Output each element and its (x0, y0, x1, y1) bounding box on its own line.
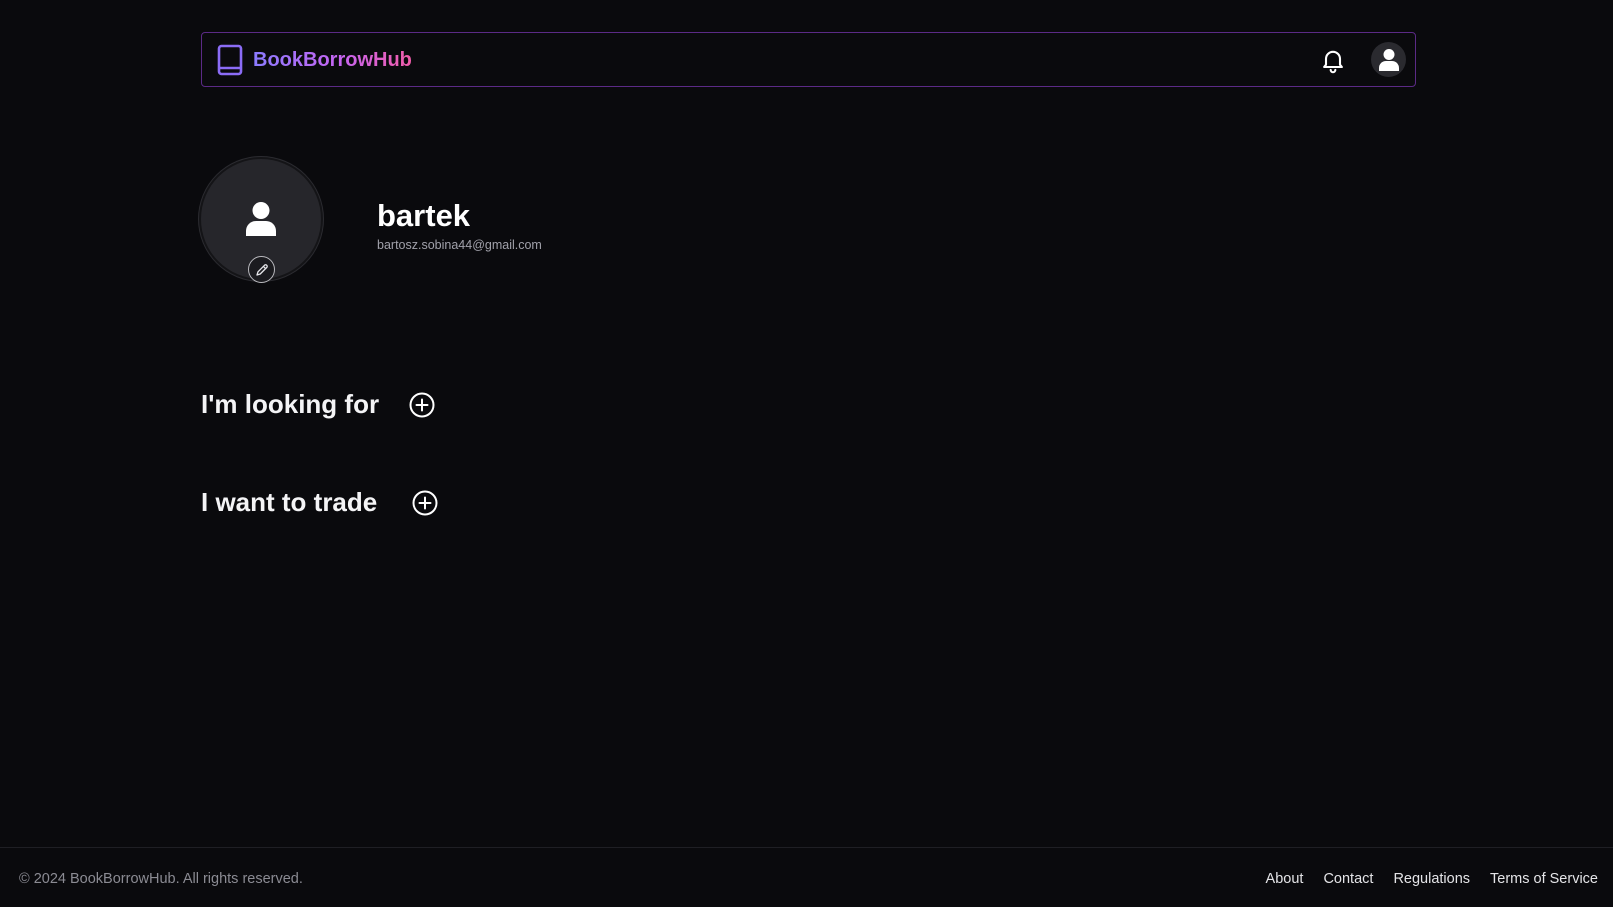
profile-username: bartek (377, 198, 471, 233)
pencil-icon (255, 263, 268, 276)
add-looking-for-button[interactable] (408, 391, 436, 419)
footer-link-contact[interactable]: Contact (1323, 871, 1373, 887)
footer-link-about[interactable]: About (1266, 871, 1304, 887)
bell-icon[interactable] (1319, 46, 1347, 74)
account-avatar-button[interactable] (1371, 42, 1406, 77)
footer-link-terms[interactable]: Terms of Service (1490, 871, 1598, 887)
navbar: BookBorrowHub (201, 32, 1416, 87)
user-icon (246, 202, 276, 236)
user-avatar-icon (1378, 48, 1399, 71)
profile-email: bartosz.sobina44@gmail.com (377, 238, 542, 252)
brand-link[interactable]: BookBorrowHub (216, 44, 412, 76)
footer-links: About Contact Regulations Terms of Servi… (1266, 871, 1598, 887)
want-to-trade-heading: I want to trade (201, 487, 378, 517)
add-want-to-trade-button[interactable] (411, 489, 439, 517)
looking-for-heading: I'm looking for (201, 389, 380, 419)
footer-link-regulations[interactable]: Regulations (1393, 871, 1470, 887)
book-icon (217, 44, 243, 76)
edit-avatar-button[interactable] (248, 256, 275, 283)
brand-name: BookBorrowHub (253, 48, 412, 71)
copyright-text: © 2024 BookBorrowHub. All rights reserve… (19, 871, 303, 887)
footer: © 2024 BookBorrowHub. All rights reserve… (0, 847, 1613, 907)
